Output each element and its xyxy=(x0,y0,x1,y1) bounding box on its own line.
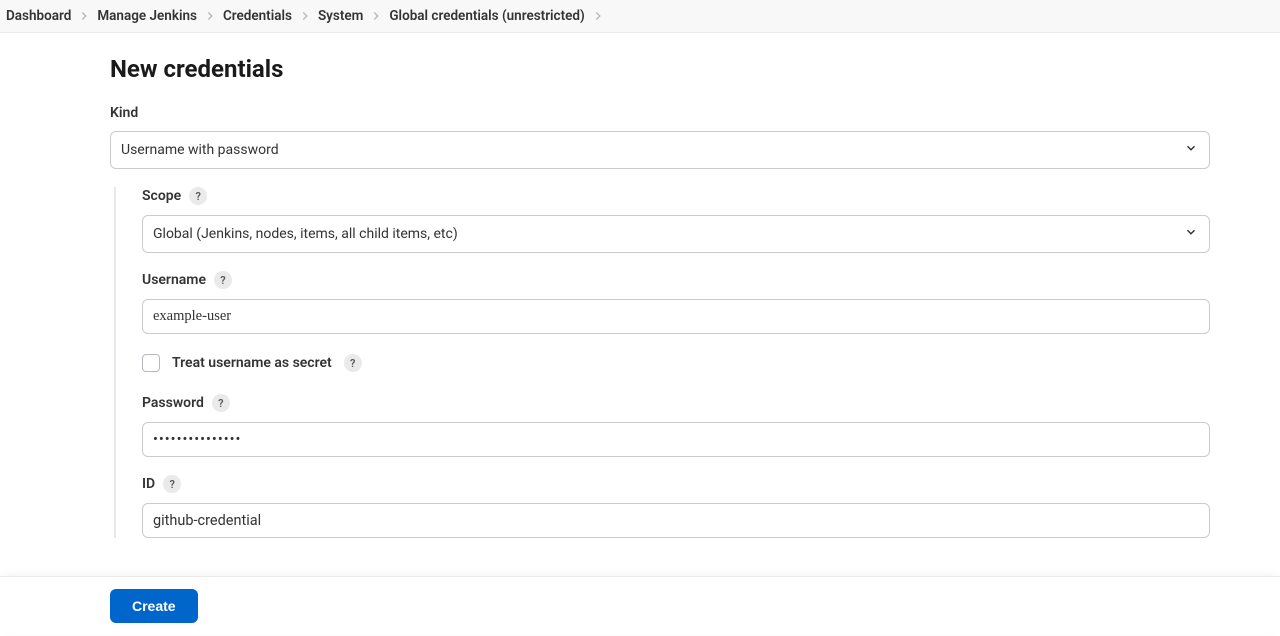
username-field: Username ? xyxy=(142,271,1210,334)
username-label: Username ? xyxy=(142,271,1210,289)
treat-secret-row: Treat username as secret ? xyxy=(142,354,1210,372)
help-icon[interactable]: ? xyxy=(344,354,362,372)
help-icon[interactable]: ? xyxy=(212,394,230,412)
id-label-text: ID xyxy=(142,476,155,492)
breadcrumb-item-credentials[interactable]: Credentials xyxy=(223,8,292,24)
breadcrumb-item-manage-jenkins[interactable]: Manage Jenkins xyxy=(97,8,197,24)
kind-label-text: Kind xyxy=(110,105,138,121)
password-label: Password ? xyxy=(142,394,1210,412)
scope-select-wrap: Global (Jenkins, nodes, items, all child… xyxy=(142,215,1210,253)
breadcrumb-item-dashboard[interactable]: Dashboard xyxy=(6,8,71,24)
id-label: ID ? xyxy=(142,475,1210,493)
scope-field: Scope ? Global (Jenkins, nodes, items, a… xyxy=(142,187,1210,253)
page-title: New credentials xyxy=(110,55,1210,83)
create-button[interactable]: Create xyxy=(110,589,198,623)
kind-select-wrap: Username with password xyxy=(110,131,1210,169)
scope-label-text: Scope xyxy=(142,188,181,204)
kind-field: Kind Username with password xyxy=(110,105,1210,169)
help-icon[interactable]: ? xyxy=(214,271,232,289)
password-field: Password ? xyxy=(142,394,1210,457)
chevron-right-icon xyxy=(369,9,383,23)
breadcrumb-item-global-credentials[interactable]: Global credentials (unrestricted) xyxy=(389,8,584,24)
id-field: ID ? xyxy=(142,475,1210,538)
scope-label: Scope ? xyxy=(142,187,1210,205)
main-content: New credentials Kind Username with passw… xyxy=(110,33,1210,636)
scope-select[interactable]: Global (Jenkins, nodes, items, all child… xyxy=(142,215,1210,253)
treat-secret-label: Treat username as secret xyxy=(172,355,332,371)
username-input[interactable] xyxy=(142,299,1210,334)
breadcrumb: Dashboard Manage Jenkins Credentials Sys… xyxy=(0,0,1280,33)
password-input[interactable] xyxy=(142,422,1210,457)
chevron-right-icon xyxy=(203,9,217,23)
kind-select[interactable]: Username with password xyxy=(110,131,1210,169)
breadcrumb-item-system[interactable]: System xyxy=(318,8,363,24)
chevron-right-icon xyxy=(298,9,312,23)
chevron-right-icon xyxy=(591,9,605,23)
chevron-right-icon xyxy=(77,9,91,23)
credential-details-section: Scope ? Global (Jenkins, nodes, items, a… xyxy=(114,187,1210,538)
bottom-action-bar: Create xyxy=(0,576,1280,635)
help-icon[interactable]: ? xyxy=(189,187,207,205)
help-icon[interactable]: ? xyxy=(163,475,181,493)
username-label-text: Username xyxy=(142,272,206,288)
id-input[interactable] xyxy=(142,503,1210,538)
treat-secret-checkbox[interactable] xyxy=(142,354,160,372)
password-label-text: Password xyxy=(142,395,204,411)
kind-label: Kind xyxy=(110,105,1210,121)
